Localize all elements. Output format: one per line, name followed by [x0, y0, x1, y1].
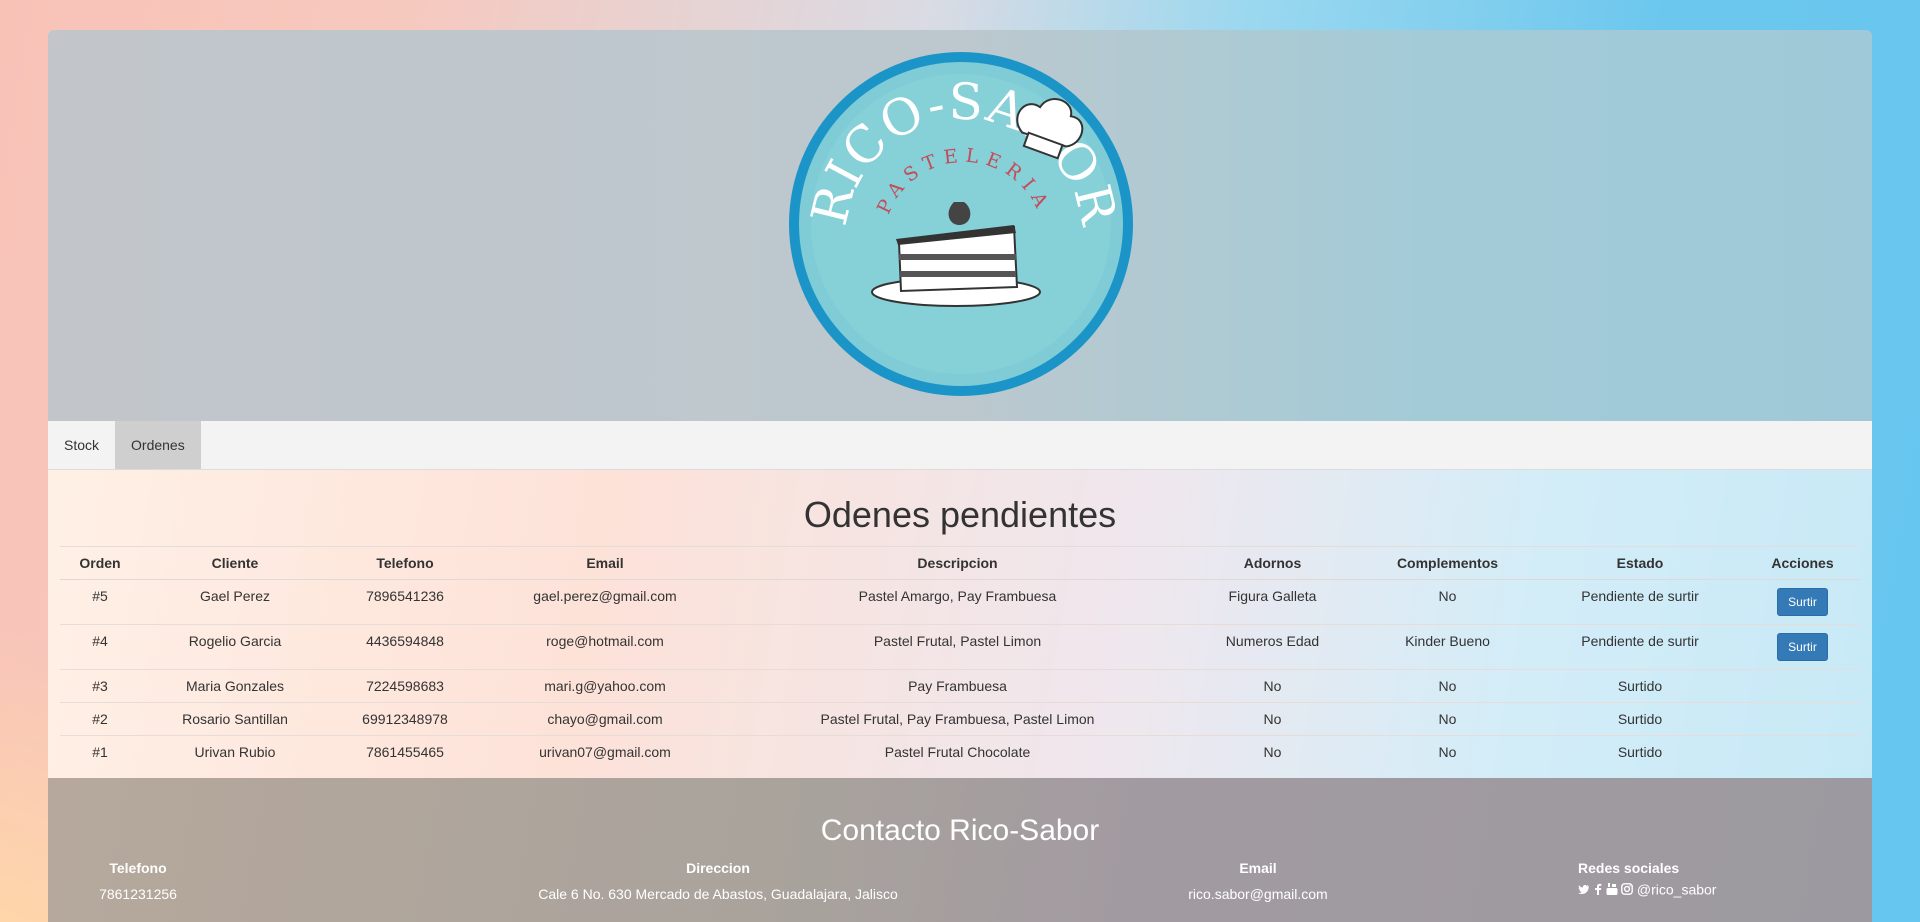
table-row: #4 Rogelio Garcia 4436594848 roge@hotmai… — [60, 624, 1860, 670]
order-status: Pendiente de surtir — [1535, 579, 1745, 625]
order-actions: Surtir — [1745, 624, 1860, 670]
twitter-icon[interactable] — [1578, 883, 1590, 895]
nav-item-ordenes[interactable]: Ordenes — [115, 421, 201, 469]
footer-phone: Telefono 7861231256 — [68, 860, 208, 902]
client-name: Rogelio Garcia — [140, 624, 330, 670]
order-status: Surtido — [1535, 735, 1745, 768]
footer-address-label: Direccion — [686, 860, 750, 876]
order-id: #1 — [60, 735, 140, 768]
order-decorations: Figura Galleta — [1185, 579, 1360, 625]
client-email: urivan07@gmail.com — [480, 735, 730, 768]
facebook-icon[interactable] — [1593, 883, 1603, 896]
column-header: Email — [480, 546, 730, 580]
order-actions — [1745, 702, 1860, 736]
order-actions: Surtir — [1745, 579, 1860, 625]
table-row: #5 Gael Perez 7896541236 gael.perez@gmai… — [60, 579, 1860, 625]
order-decorations: No — [1185, 735, 1360, 768]
order-description: Pastel Frutal, Pay Frambuesa, Pastel Lim… — [730, 702, 1185, 736]
column-header: Telefono — [330, 546, 480, 580]
orders-section: Odenes pendientes Orden Cliente Telefono… — [48, 470, 1872, 778]
order-complements: Kinder Bueno — [1360, 624, 1535, 670]
column-header: Estado — [1535, 546, 1745, 580]
client-phone: 69912348978 — [330, 702, 480, 736]
order-id: #5 — [60, 579, 140, 625]
order-description: Pastel Frutal, Pastel Limon — [730, 624, 1185, 670]
instagram-icon[interactable] — [1621, 883, 1633, 896]
footer-email-value[interactable]: rico.sabor@gmail.com — [1148, 886, 1368, 902]
order-decorations: Numeros Edad — [1185, 624, 1360, 670]
order-complements: No — [1360, 735, 1535, 768]
footer-phone-value: 7861231256 — [99, 886, 177, 902]
rico-sabor-logo: RICO-SABOR PASTELERIA — [789, 52, 1133, 396]
footer-address: Direccion Cale 6 No. 630 Mercado de Abas… — [458, 860, 978, 902]
table-row: #3 Maria Gonzales 7224598683 mari.g@yaho… — [60, 669, 1860, 703]
nav-item-stock[interactable]: Stock — [48, 421, 115, 469]
client-email: chayo@gmail.com — [480, 702, 730, 736]
surtir-button[interactable]: Surtir — [1777, 633, 1828, 661]
column-header: Acciones — [1745, 546, 1860, 580]
order-status: Surtido — [1535, 669, 1745, 703]
order-id: #2 — [60, 702, 140, 736]
column-header: Cliente — [140, 546, 330, 580]
column-header: Orden — [60, 546, 140, 580]
client-phone: 7861455465 — [330, 735, 480, 768]
page-container: RICO-SABOR PASTELERIA Stock Ordenes Oden — [48, 30, 1872, 922]
order-status: Pendiente de surtir — [1535, 624, 1745, 670]
youtube-icon[interactable] — [1606, 883, 1618, 896]
client-phone: 4436594848 — [330, 624, 480, 670]
social-handle[interactable]: @rico_sabor — [1637, 881, 1717, 897]
footer-address-value: Cale 6 No. 630 Mercado de Abastos, Guada… — [538, 886, 898, 902]
order-description: Pastel Frutal Chocolate — [730, 735, 1185, 768]
order-complements: No — [1360, 669, 1535, 703]
order-actions — [1745, 735, 1860, 768]
order-id: #3 — [60, 669, 140, 703]
order-status: Surtido — [1535, 702, 1745, 736]
contact-footer: Contacto Rico-Sabor Telefono 7861231256 … — [48, 778, 1872, 922]
footer-social-row: @rico_sabor — [1578, 880, 1738, 897]
client-name: Gael Perez — [140, 579, 330, 625]
client-phone: 7224598683 — [330, 669, 480, 703]
order-decorations: No — [1185, 702, 1360, 736]
footer-social-label: Redes sociales — [1578, 860, 1680, 876]
page-title: Odenes pendientes — [803, 494, 1117, 535]
client-email: mari.g@yahoo.com — [480, 669, 730, 703]
surtir-button[interactable]: Surtir — [1777, 588, 1828, 616]
table-header-row: Orden Cliente Telefono Email Descripcion… — [60, 546, 1860, 580]
column-header: Complementos — [1360, 546, 1535, 580]
order-complements: No — [1360, 579, 1535, 625]
client-name: Rosario Santillan — [140, 702, 330, 736]
footer-email-label: Email — [1239, 860, 1277, 876]
client-name: Urivan Rubio — [140, 735, 330, 768]
footer-title: Contacto Rico-Sabor — [820, 814, 1100, 847]
client-email: roge@hotmail.com — [480, 624, 730, 670]
table-row: #1 Urivan Rubio 7861455465 urivan07@gmai… — [60, 735, 1860, 768]
table-row: #2 Rosario Santillan 69912348978 chayo@g… — [60, 702, 1860, 736]
column-header: Descripcion — [730, 546, 1185, 580]
client-phone: 7896541236 — [330, 579, 480, 625]
footer-email: Email rico.sabor@gmail.com — [1148, 860, 1368, 902]
nav-bar: Stock Ordenes — [48, 421, 1872, 470]
column-header: Adornos — [1185, 546, 1360, 580]
order-description: Pastel Amargo, Pay Frambuesa — [730, 579, 1185, 625]
order-complements: No — [1360, 702, 1535, 736]
client-name: Maria Gonzales — [140, 669, 330, 703]
orders-table: Orden Cliente Telefono Email Descripcion… — [60, 546, 1860, 768]
order-id: #4 — [60, 624, 140, 670]
header-banner: RICO-SABOR PASTELERIA — [48, 30, 1872, 421]
client-email: gael.perez@gmail.com — [480, 579, 730, 625]
social-icons — [1578, 883, 1633, 896]
order-decorations: No — [1185, 669, 1360, 703]
footer-social: Redes sociales @rico_sabor — [1578, 860, 1738, 897]
order-actions — [1745, 669, 1860, 703]
footer-phone-label: Telefono — [109, 860, 167, 876]
order-description: Pay Frambuesa — [730, 669, 1185, 703]
